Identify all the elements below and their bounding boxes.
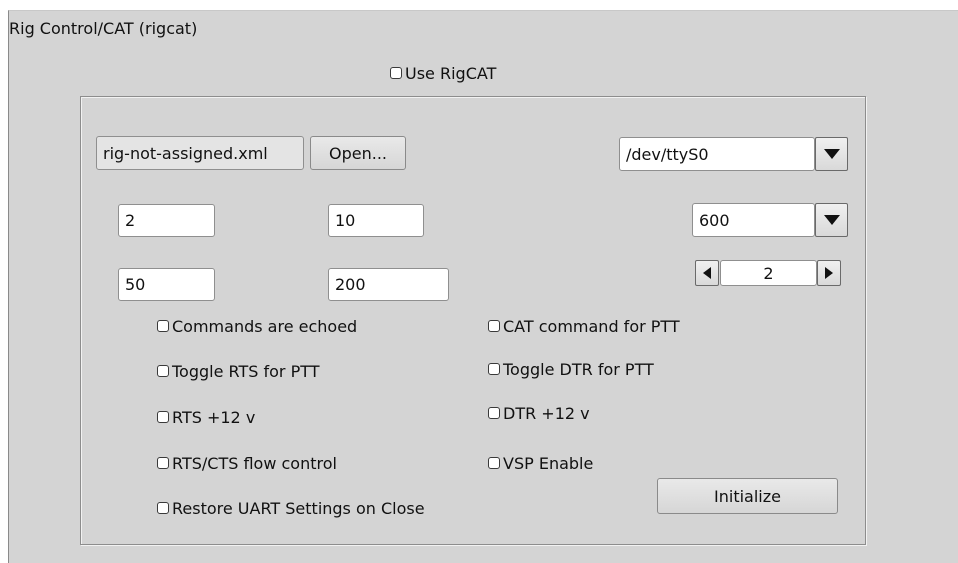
device-dropdown-button[interactable] [815,137,848,171]
rig-file-field[interactable]: rig-not-assigned.xml [96,136,304,170]
rts-12v-label: RTS +12 v [172,408,256,427]
open-button[interactable]: Open... [310,136,406,170]
checkbox-icon[interactable] [488,362,500,375]
triangle-down-icon [823,149,840,159]
use-rigcat-label: Use RigCAT [405,64,497,83]
dtr-12v-label: DTR +12 v [503,404,590,423]
rts-12v-checkbox[interactable]: RTS +12 v [157,408,255,427]
retry-interval-field[interactable]: 10 [328,204,424,237]
use-rigcat-checkbox[interactable]: Use RigCAT [390,64,496,83]
toggle-rts-ptt-checkbox[interactable]: Toggle RTS for PTT [157,362,320,381]
init-delay-field[interactable]: 200 [328,268,449,301]
baud-field[interactable]: 600 [692,203,815,237]
checkbox-icon[interactable] [157,364,169,377]
rts-cts-flow-label: RTS/CTS flow control [172,454,337,473]
triangle-down-icon [823,215,840,225]
checkbox-icon[interactable] [157,319,169,332]
toggle-rts-ptt-label: Toggle RTS for PTT [172,362,320,381]
triangle-left-icon [703,267,711,279]
stopbits-value[interactable]: 2 [720,260,817,286]
toggle-dtr-ptt-checkbox[interactable]: Toggle DTR for PTT [488,360,654,379]
toggle-dtr-ptt-label: Toggle DTR for PTT [503,360,654,379]
write-delay-field[interactable]: 50 [118,268,215,301]
cat-ptt-checkbox[interactable]: CAT command for PTT [488,317,680,336]
cat-ptt-label: CAT command for PTT [503,317,680,336]
stopbits-decrement-button[interactable] [695,260,719,286]
retries-field[interactable]: 2 [118,204,215,237]
dtr-12v-checkbox[interactable]: DTR +12 v [488,404,590,423]
group-title: Rig Control/CAT (rigcat) [9,19,198,38]
checkbox-icon[interactable] [390,66,402,79]
restore-uart-checkbox[interactable]: Restore UART Settings on Close [157,499,425,518]
checkbox-icon[interactable] [157,410,169,423]
initialize-button[interactable]: Initialize [657,478,838,514]
vsp-enable-checkbox[interactable]: VSP Enable [488,454,593,473]
vsp-enable-label: VSP Enable [503,454,594,473]
commands-echoed-checkbox[interactable]: Commands are echoed [157,317,357,336]
triangle-right-icon [825,267,833,279]
commands-echoed-label: Commands are echoed [172,317,358,336]
baud-dropdown-button[interactable] [815,203,848,237]
checkbox-icon[interactable] [488,406,500,419]
checkbox-icon[interactable] [157,501,169,514]
checkbox-icon[interactable] [157,456,169,469]
device-field[interactable]: /dev/ttyS0 [619,137,815,171]
stopbits-increment-button[interactable] [817,260,841,286]
checkbox-icon[interactable] [488,456,500,469]
checkbox-icon[interactable] [488,319,500,332]
restore-uart-label: Restore UART Settings on Close [172,499,425,518]
rts-cts-flow-checkbox[interactable]: RTS/CTS flow control [157,454,337,473]
